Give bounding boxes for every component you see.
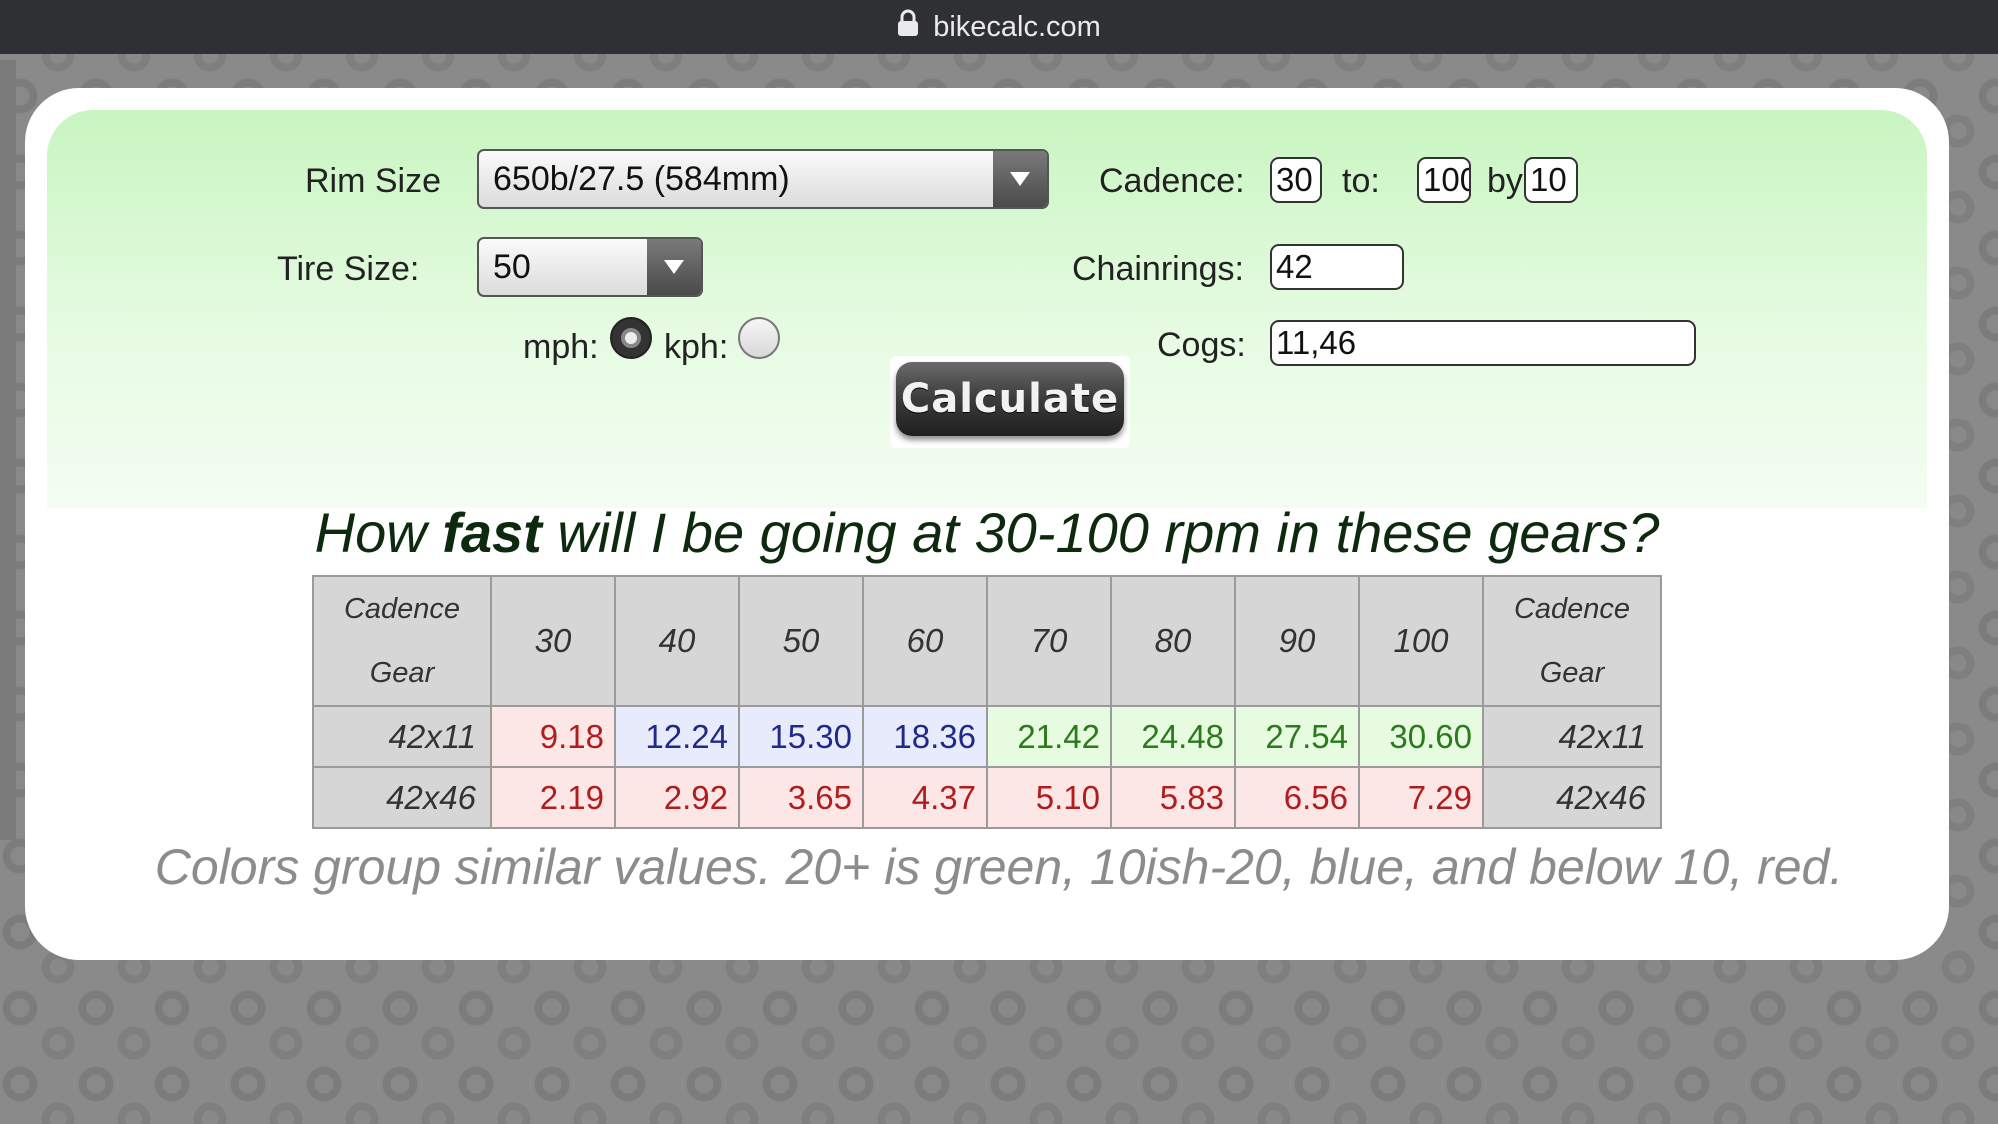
gear-header-label: Gear xyxy=(1539,657,1605,689)
speed-cell: 3.65 xyxy=(738,766,864,829)
cadence-column-header: 40 xyxy=(614,575,740,707)
cogs-label: Cogs: xyxy=(1157,326,1246,364)
results-heading: How fast will I be going at 30-100 rpm i… xyxy=(25,500,1949,565)
table-corner-header: Cadence Gear xyxy=(312,575,492,707)
speed-cell: 2.19 xyxy=(490,766,616,829)
cadence-to-label: to: xyxy=(1342,162,1380,200)
speed-cell: 15.30 xyxy=(738,705,864,768)
speed-cell: 24.48 xyxy=(1110,705,1236,768)
mph-radio[interactable] xyxy=(610,317,652,359)
calculate-button-frame: Calculate xyxy=(890,356,1130,448)
tire-size-select[interactable]: 50 xyxy=(477,237,703,297)
cadence-column-header: 100 xyxy=(1358,575,1484,707)
cadence-from-input[interactable]: 30 xyxy=(1270,157,1322,203)
cadence-header-label: Cadence xyxy=(1513,593,1631,625)
table-corner-header: Cadence Gear xyxy=(1482,575,1662,707)
rim-size-label: Rim Size xyxy=(305,162,442,200)
color-legend-note: Colors group similar values. 20+ is gree… xyxy=(154,839,1844,895)
calculator-panel: Rim Size 650b/27.5 (584mm) Cadence: 30 t… xyxy=(25,88,1949,960)
speed-cell: 7.29 xyxy=(1358,766,1484,829)
speed-cell: 27.54 xyxy=(1234,705,1360,768)
cadence-header-label: Cadence xyxy=(343,593,461,625)
tire-size-value: 50 xyxy=(493,247,531,286)
heading-suffix: will I be going at 30-100 rpm in these g… xyxy=(541,501,1660,564)
rim-size-value: 650b/27.5 (584mm) xyxy=(493,159,790,198)
browser-address-bar[interactable]: bikecalc.com xyxy=(0,0,1998,54)
heading-prefix: How xyxy=(314,501,443,564)
cadence-column-header: 90 xyxy=(1234,575,1360,707)
gear-label: 42x46 xyxy=(1482,766,1662,829)
speed-cell: 4.37 xyxy=(862,766,988,829)
speed-cell: 2.92 xyxy=(614,766,740,829)
cadence-label: Cadence: xyxy=(1099,162,1245,200)
lock-icon xyxy=(897,9,919,45)
gear-label: 42x11 xyxy=(1482,705,1662,768)
url-text: bikecalc.com xyxy=(933,10,1101,43)
cadence-column-header: 60 xyxy=(862,575,988,707)
page-edge xyxy=(0,60,16,840)
speed-cell: 18.36 xyxy=(862,705,988,768)
cadence-column-header: 30 xyxy=(490,575,616,707)
table-row: 42x46 2.19 2.92 3.65 4.37 5.10 5.83 6.56 7.29 42x… xyxy=(312,766,1662,829)
mph-label: mph: xyxy=(523,328,599,366)
speed-cell: 9.18 xyxy=(490,705,616,768)
calculate-button[interactable]: Calculate xyxy=(896,362,1124,436)
speed-cell: 30.60 xyxy=(1358,705,1484,768)
cadence-column-header: 50 xyxy=(738,575,864,707)
chevron-down-icon xyxy=(993,151,1047,207)
speed-table: Cadence Gear 30 40 50 60 70 80 90 100 Cadence Gear … xyxy=(312,575,1662,829)
gear-header-label: Gear xyxy=(369,657,435,689)
cogs-input[interactable]: 11,46 xyxy=(1270,320,1696,366)
gear-label: 42x46 xyxy=(312,766,492,829)
chainrings-input[interactable]: 42 xyxy=(1270,244,1404,290)
cadence-column-header: 70 xyxy=(986,575,1112,707)
speed-cell: 5.10 xyxy=(986,766,1112,829)
chainrings-label: Chainrings: xyxy=(1072,250,1244,288)
kph-radio[interactable] xyxy=(738,317,780,359)
speed-cell: 5.83 xyxy=(1110,766,1236,829)
speed-cell: 12.24 xyxy=(614,705,740,768)
rim-size-select[interactable]: 650b/27.5 (584mm) xyxy=(477,149,1049,209)
kph-label: kph: xyxy=(664,328,729,366)
chevron-down-icon xyxy=(647,239,701,295)
speed-cell: 6.56 xyxy=(1234,766,1360,829)
heading-bold: fast xyxy=(442,501,542,564)
tire-size-label: Tire Size: xyxy=(277,250,420,288)
cadence-by-input[interactable]: 10 xyxy=(1524,157,1578,203)
table-header-row: Cadence Gear 30 40 50 60 70 80 90 100 Cadence Gear xyxy=(312,575,1662,707)
speed-cell: 21.42 xyxy=(986,705,1112,768)
form-area: Rim Size 650b/27.5 (584mm) Cadence: 30 t… xyxy=(47,110,1927,508)
gear-label: 42x11 xyxy=(312,705,492,768)
table-row: 42x11 9.18 12.24 15.30 18.36 21.42 24.48 27.54 3… xyxy=(312,705,1662,768)
cadence-column-header: 80 xyxy=(1110,575,1236,707)
cadence-to-input[interactable]: 100 xyxy=(1417,157,1471,203)
